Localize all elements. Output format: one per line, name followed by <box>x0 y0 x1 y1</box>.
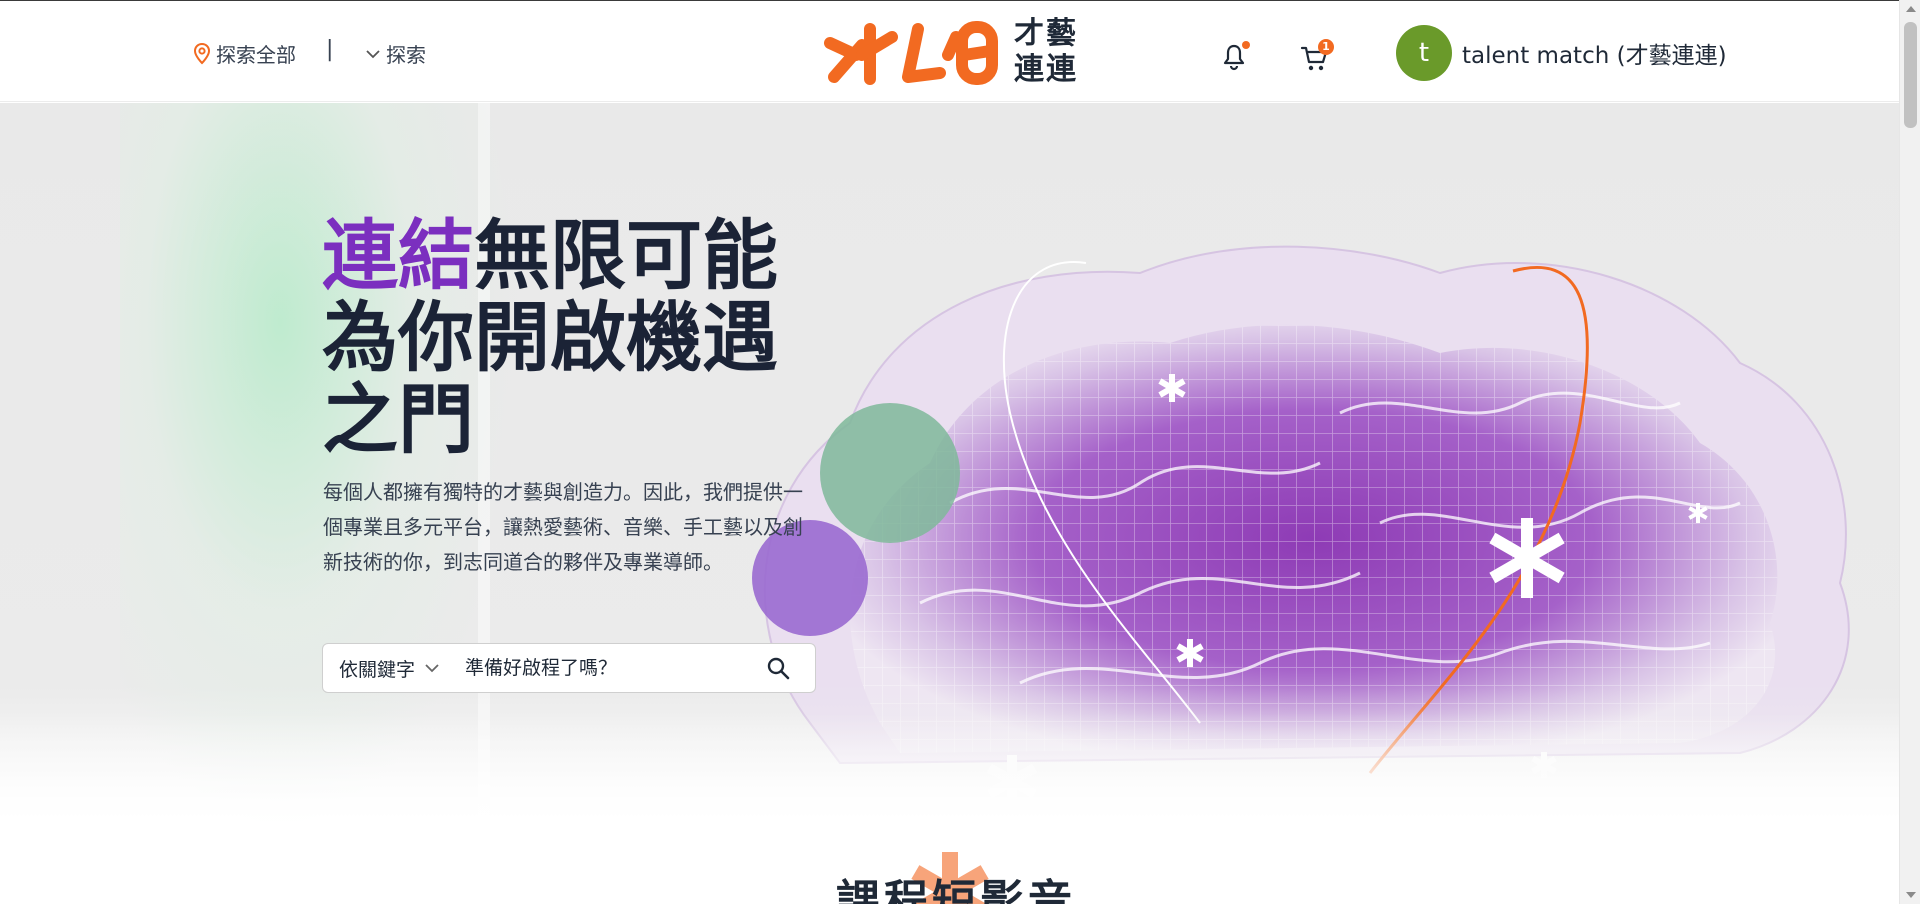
search-type-label: 依關鍵字 <box>339 658 416 681</box>
hero-bottom-fade <box>0 713 1899 833</box>
search-button[interactable] <box>763 653 793 683</box>
location-pin-icon <box>193 42 211 64</box>
user-menu[interactable]: t talent match (才藝連連) <box>1396 25 1727 81</box>
cart-count-badge: 1 <box>1318 39 1334 55</box>
search-type-dropdown[interactable]: 依關鍵字 <box>323 655 439 682</box>
header-divider: | <box>326 37 334 62</box>
hero-section: 連結無限可能 為你開啟機遇 之門 每個人都擁有獨特的才藝與創造力。因此，我們提供… <box>0 103 1899 833</box>
notification-dot <box>1242 41 1250 49</box>
logo-wordmark: 才藝 連連 <box>1014 16 1078 88</box>
scrollbar-thumb[interactable] <box>1904 22 1917 128</box>
logo-text-line2: 連連 <box>1014 52 1078 87</box>
hero-title-line2: 為你開啟機遇 <box>322 293 778 382</box>
hero-description: 每個人都擁有獨特的才藝與創造力。因此，我們提供一個專業且多元平台，讓熱愛藝術、音… <box>323 480 803 574</box>
notifications-button[interactable] <box>1222 41 1250 71</box>
hero-title-line3: 之門 <box>322 375 474 464</box>
site-logo[interactable]: 才藝 連連 <box>822 11 1082 93</box>
cart-button[interactable]: 1 <box>1300 39 1334 73</box>
site-header: 探索全部 | 探索 才藝 連連 1 t talent match (才藝連連) <box>0 0 1899 102</box>
explore-menu[interactable]: 探索 <box>366 39 426 68</box>
search-icon <box>767 657 790 680</box>
hero-title: 連結無限可能 為你開啟機遇 之門 <box>322 215 778 461</box>
avatar: t <box>1396 25 1452 81</box>
scroll-up-arrow-icon[interactable] <box>1906 6 1916 12</box>
chevron-down-icon <box>366 49 380 58</box>
location-selector[interactable]: 探索全部 <box>192 39 296 68</box>
hero-search-bar: 依關鍵字 <box>322 643 816 693</box>
page-scrollbar[interactable] <box>1899 0 1920 904</box>
section-title-short-videos: 課程短影音 <box>836 876 1076 904</box>
logo-mark <box>824 21 998 85</box>
explore-label: 探索 <box>386 43 426 67</box>
hero-title-accent: 連結 <box>322 211 474 300</box>
search-input[interactable] <box>465 657 756 679</box>
hero-title-line1: 無限可能 <box>474 211 778 300</box>
scroll-down-arrow-icon[interactable] <box>1906 892 1916 898</box>
chevron-down-icon <box>425 664 439 673</box>
user-name: talent match (才藝連連) <box>1462 43 1727 69</box>
logo-text-line1: 才藝 <box>1014 16 1078 51</box>
location-label: 探索全部 <box>216 43 296 67</box>
